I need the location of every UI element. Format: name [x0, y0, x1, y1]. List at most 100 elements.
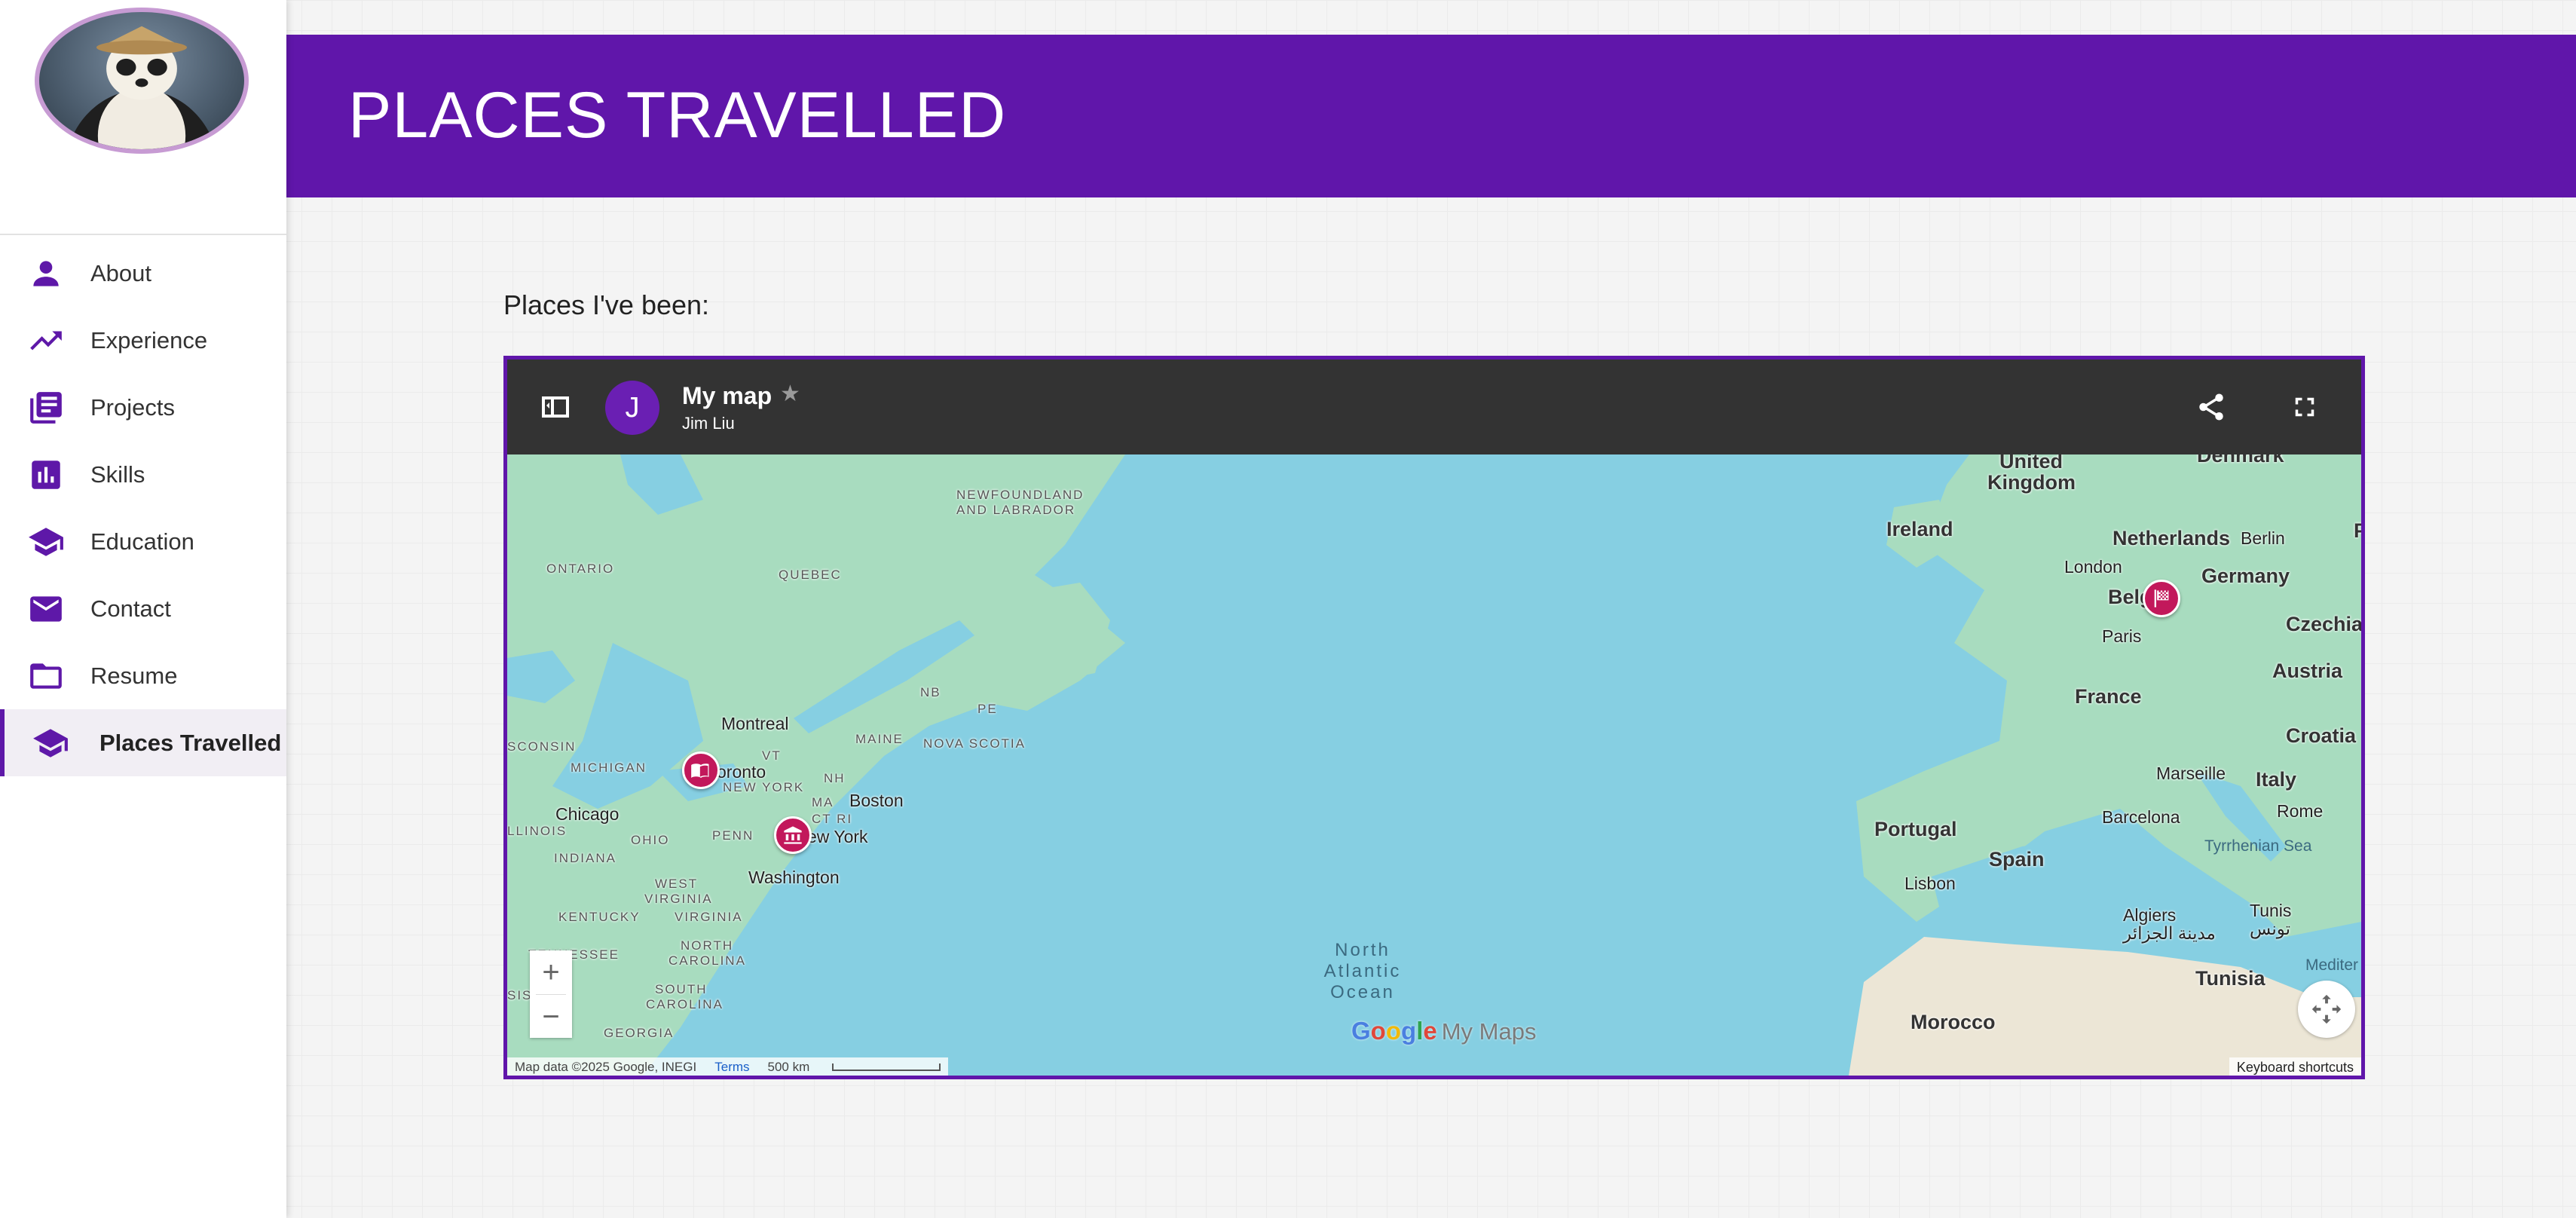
- map-label: Montreal: [721, 714, 789, 733]
- map-owner-avatar[interactable]: J: [605, 381, 659, 435]
- map-label: KENTUCKY: [558, 910, 641, 924]
- pan-arrows-icon: [2311, 994, 2342, 1024]
- sidebar: About Experience Projects Skills Educati…: [0, 0, 286, 1218]
- folder-icon: [26, 656, 66, 696]
- map-label: Austria: [2272, 659, 2343, 682]
- sidebar-divider: [0, 234, 286, 235]
- share-button[interactable]: [2192, 388, 2230, 426]
- map-label: Berlin: [2241, 528, 2285, 548]
- legend-toggle-button[interactable]: [534, 388, 577, 426]
- map-label: Algiers: [2123, 905, 2177, 925]
- map-label: INDIANA: [554, 851, 616, 865]
- map-label: Italy: [2256, 768, 2297, 791]
- embedded-map[interactable]: J My map ★ Jim Liu ONTARIO QUEBEC NEWFOU…: [503, 356, 2365, 1079]
- map-label: France: [2075, 685, 2142, 708]
- terms-link[interactable]: Terms: [714, 1060, 749, 1075]
- map-owner-name: Jim Liu: [682, 414, 735, 433]
- sidebar-item-label: Education: [90, 528, 194, 555]
- zoom-out-button[interactable]: −: [530, 995, 572, 1039]
- map-label: ew York: [807, 827, 868, 846]
- map-basemap: [507, 454, 2361, 1076]
- map-label: oronto: [717, 762, 766, 782]
- map-label: Rome: [2277, 801, 2324, 821]
- zoom-in-button[interactable]: +: [530, 950, 572, 994]
- keyboard-shortcuts-link[interactable]: Keyboard shortcuts: [2229, 1057, 2361, 1076]
- map-label: Lisbon: [1904, 874, 1956, 893]
- map-title: My map: [682, 382, 772, 409]
- scale-label: 500 km: [767, 1060, 810, 1074]
- sidebar-item-label: Places Travelled: [99, 729, 282, 756]
- scale-bar: [832, 1063, 941, 1071]
- fullscreen-button[interactable]: [2286, 388, 2324, 426]
- map-pin-belgium[interactable]: [2143, 580, 2180, 617]
- map-label: GEORGIA: [604, 1026, 675, 1040]
- sidebar-item-about[interactable]: About: [0, 240, 286, 307]
- section-title: Places I've been:: [503, 289, 710, 320]
- recenter-button[interactable]: [2298, 981, 2355, 1038]
- google-my-maps-logo: Google My Maps: [1351, 1017, 1537, 1045]
- sidebar-item-label: Projects: [90, 393, 175, 421]
- map-label: North: [1335, 940, 1390, 960]
- map-label: مدينة الجزائر: [2123, 923, 2216, 943]
- person-icon: [26, 253, 66, 294]
- map-label: تونس: [2250, 919, 2291, 938]
- map-label: VIRGINIA: [644, 892, 713, 906]
- avatar: [35, 8, 249, 154]
- zoom-control: + −: [530, 950, 572, 1038]
- sidebar-item-places-travelled[interactable]: Places Travelled: [0, 709, 286, 776]
- map-label: PE: [977, 702, 998, 716]
- sidebar-item-resume[interactable]: Resume: [0, 642, 286, 709]
- panda-avatar-icon: [67, 26, 216, 149]
- map-pin-new-york[interactable]: [774, 816, 812, 854]
- sidebar-item-label: Contact: [90, 595, 171, 622]
- map-label: OHIO: [631, 833, 670, 847]
- map-label: PENN: [712, 828, 754, 843]
- map-label: P: [2354, 519, 2361, 543]
- map-label: NEWFOUNDLAND: [956, 488, 1085, 502]
- fullscreen-icon: [2295, 397, 2314, 417]
- checkered-flag-icon: [2154, 589, 2169, 607]
- map-label: London: [2064, 557, 2122, 577]
- map-label: SOUTH: [655, 982, 708, 996]
- map-canvas[interactable]: ONTARIO QUEBEC NEWFOUNDLAND AND LABRADOR…: [507, 444, 2361, 1076]
- sidebar-item-contact[interactable]: Contact: [0, 575, 286, 642]
- star-icon[interactable]: ★: [780, 381, 800, 407]
- map-label: WEST: [655, 877, 699, 891]
- map-label: Washington: [748, 868, 840, 887]
- sidebar-item-label: Skills: [90, 461, 145, 488]
- sidebar-item-education[interactable]: Education: [0, 508, 286, 575]
- sidebar-item-experience[interactable]: Experience: [0, 307, 286, 374]
- sidebar-panel-icon: [542, 396, 569, 418]
- map-label: Marseille: [2156, 764, 2226, 783]
- map-label: Morocco: [1911, 1011, 1996, 1033]
- map-pin-toronto[interactable]: [682, 751, 720, 789]
- map-label: SCONSIN: [507, 739, 577, 754]
- map-label: NORTH: [681, 938, 734, 953]
- map-label: CAROLINA: [646, 997, 724, 1011]
- sidebar-nav: About Experience Projects Skills Educati…: [0, 240, 286, 776]
- map-label: Ocean: [1330, 982, 1395, 1002]
- map-label: Kingdom: [1987, 471, 2076, 494]
- map-label: Portugal: [1874, 818, 1957, 840]
- map-label: Germany: [2201, 565, 2290, 587]
- map-data-credit: Map data ©2025 Google, INEGI: [515, 1060, 697, 1074]
- sidebar-item-label: Resume: [90, 662, 178, 689]
- mail-icon: [26, 589, 66, 629]
- map-label: NEW YORK: [723, 780, 805, 794]
- sidebar-item-skills[interactable]: Skills: [0, 441, 286, 508]
- map-attribution: Map data ©2025 Google, INEGI Terms 500 k…: [507, 1057, 949, 1076]
- map-label: QUEBEC: [779, 568, 842, 582]
- map-label: VIRGINIA: [675, 910, 743, 924]
- article-icon: [26, 387, 66, 428]
- trending-up-icon: [26, 320, 66, 361]
- map-label: AND LABRADOR: [956, 503, 1076, 517]
- sidebar-item-projects[interactable]: Projects: [0, 374, 286, 441]
- page-title: PLACES TRAVELLED: [348, 79, 1007, 151]
- map-label: Tunisia: [2195, 967, 2265, 990]
- map-label: MAINE: [855, 732, 904, 746]
- map-label: ONTARIO: [546, 562, 615, 576]
- map-label: SIS: [507, 988, 533, 1002]
- page-header: PLACES TRAVELLED: [286, 35, 2576, 197]
- map-label: NH: [824, 771, 846, 785]
- map-label: CT RI: [812, 812, 853, 826]
